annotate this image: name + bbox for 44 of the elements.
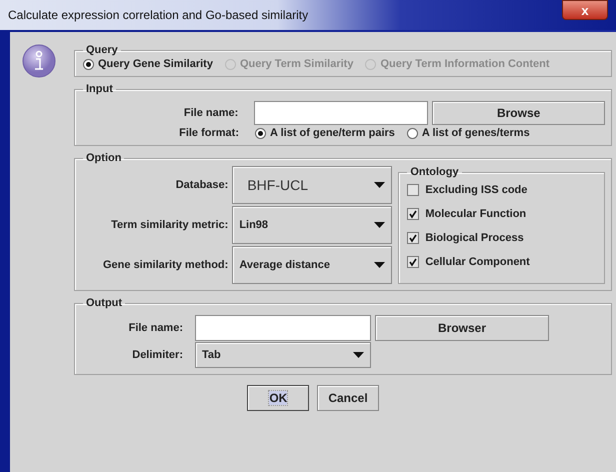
radio-label: Query Gene Similarity [98, 58, 213, 70]
radio-label: A list of genes/terms [422, 127, 530, 139]
checkbox[interactable]: Cellular Component [407, 250, 598, 274]
caret-icon [374, 262, 386, 268]
dropdown[interactable]: BHF-UCL [232, 166, 392, 204]
file-name-field[interactable] [195, 315, 371, 341]
check-icon [408, 257, 418, 267]
panel-title: Input [85, 83, 114, 95]
window-title: Calculate expression correlation and Go-based similarity [8, 8, 308, 22]
radio-button[interactable] [406, 128, 418, 138]
panel-title: Query [85, 44, 119, 56]
dropdown[interactable]: Lin98 [232, 206, 392, 244]
close-button[interactable]: x [562, 0, 608, 20]
caret-icon [374, 222, 386, 228]
field-label: Database: [174, 179, 228, 191]
panel-title: Option [85, 152, 122, 164]
file-name-field[interactable] [254, 101, 428, 125]
check-icon [408, 209, 418, 219]
dropdown[interactable]: Average distance [232, 246, 392, 284]
field-label: Delimiter: [131, 349, 184, 361]
caret-icon [353, 352, 364, 358]
check-icon [408, 233, 418, 243]
browse-button[interactable]: Browser [375, 315, 549, 341]
panel-title: Output [85, 297, 124, 309]
radio-button[interactable] [255, 128, 266, 138]
browse-button[interactable]: Browse [432, 101, 605, 125]
panel-title: Ontology [409, 166, 460, 178]
field-label: File format: [178, 127, 240, 139]
dropdown[interactable]: Tab [195, 342, 371, 368]
radio-button[interactable] [83, 58, 94, 70]
field-label: Term similarity metric: [110, 219, 228, 231]
dialog-button[interactable]: OK [247, 385, 310, 411]
field-label: Gene similarity method: [103, 259, 228, 271]
radio-label: Query Term Similarity [240, 58, 354, 70]
checkbox[interactable]: Excluding ISS code [407, 178, 598, 202]
checkbox[interactable]: Biological Process [407, 226, 598, 250]
radio-label: Query Term Information Content [380, 58, 550, 70]
dialog-button[interactable]: Cancel [317, 385, 379, 411]
info-icon [22, 44, 56, 78]
field-label: File name: [182, 107, 240, 119]
checkbox[interactable]: Molecular Function [407, 202, 598, 226]
field-label: File name: [128, 322, 184, 334]
caret-icon [374, 182, 386, 188]
radio-label: A list of gene/term pairs [270, 127, 395, 139]
